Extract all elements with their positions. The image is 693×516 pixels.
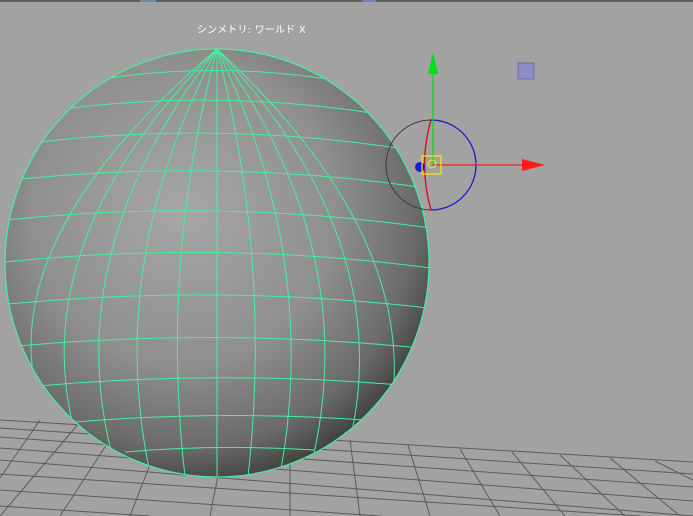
x-arrow-icon[interactable] [522, 159, 545, 171]
sphere-mesh[interactable] [4, 48, 430, 478]
3d-viewport[interactable]: シンメトリ: ワールド X [0, 0, 693, 516]
y-arrow-icon[interactable] [428, 52, 438, 74]
symmetry-label: シンメトリ: ワールド X [197, 25, 306, 36]
scene-canvas[interactable] [0, 0, 693, 516]
free-move-square-icon[interactable] [517, 62, 535, 80]
z-axis-handle[interactable] [415, 162, 425, 172]
pivot-center-icon [427, 159, 437, 169]
